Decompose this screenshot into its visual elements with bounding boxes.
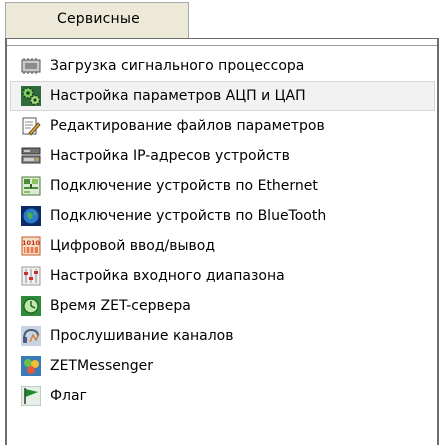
menu-item-label: Настройка входного диапазона — [50, 268, 285, 284]
menu-item-label: Редактирование файлов параметров — [50, 118, 325, 134]
ethernet-icon — [21, 176, 41, 196]
server-clock-icon — [21, 296, 41, 316]
menu-item-flag[interactable]: Флаг — [10, 381, 435, 411]
separator — [7, 45, 437, 46]
network-devices-icon — [21, 147, 41, 164]
edit-file-icon — [22, 117, 41, 136]
menu-item-zet-server-time[interactable]: Время ZET-сервера — [10, 291, 435, 321]
menu-item-label: Время ZET-сервера — [50, 298, 191, 314]
menu-item-ip-settings[interactable]: Настройка IP-адресов устройств — [10, 141, 435, 171]
menu-bar: Сервисные — [0, 0, 441, 40]
digital-io-icon: 1010 — [21, 236, 41, 256]
services-menu-tab[interactable]: Сервисные — [5, 2, 189, 38]
menu-item-zetmessenger[interactable]: ZETMessenger — [10, 351, 435, 381]
menu-item-label: Цифровой ввод/вывод — [50, 238, 216, 254]
svg-text:1010: 1010 — [22, 239, 41, 247]
menu-item-adc-dac-settings[interactable]: Настройка параметров АЦП и ЦАП — [10, 81, 435, 111]
menu-item-label: Настройка IP-адресов устройств — [50, 148, 290, 164]
menu-item-input-range[interactable]: Настройка входного диапазона — [10, 261, 435, 291]
bluetooth-globe-icon — [21, 206, 41, 226]
menu-item-ethernet-connect[interactable]: Подключение устройств по Ethernet — [10, 171, 435, 201]
listen-channels-icon — [21, 326, 41, 346]
menu-item-label: Загрузка сигнального процессора — [50, 58, 305, 74]
menu-item-digital-io[interactable]: 1010 Цифровой ввод/вывод — [10, 231, 435, 261]
menu-item-label: ZETMessenger — [50, 358, 154, 374]
menu-item-label: Настройка параметров АЦП и ЦАП — [50, 88, 306, 104]
menu-item-label: Прослушивание каналов — [50, 328, 234, 344]
services-dropdown: Загрузка сигнального процессора Настройк… — [5, 38, 439, 445]
menu-item-label: Подключение устройств по Ethernet — [50, 178, 318, 194]
range-sliders-icon — [21, 266, 41, 286]
messenger-icon — [21, 356, 41, 376]
menu-item-edit-param-files[interactable]: Редактирование файлов параметров — [10, 111, 435, 141]
flag-icon — [21, 386, 41, 406]
menu-item-listen-channels[interactable]: Прослушивание каналов — [10, 321, 435, 351]
menu-item-bluetooth-connect[interactable]: Подключение устройств по BlueTooth — [10, 201, 435, 231]
gears-icon — [21, 86, 41, 106]
services-menu-title: Сервисные — [57, 11, 140, 27]
menu-item-label: Флаг — [50, 388, 87, 404]
menu-item-load-dsp[interactable]: Загрузка сигнального процессора — [10, 51, 435, 81]
menu-item-label: Подключение устройств по BlueTooth — [50, 208, 327, 224]
chip-icon — [21, 58, 41, 74]
